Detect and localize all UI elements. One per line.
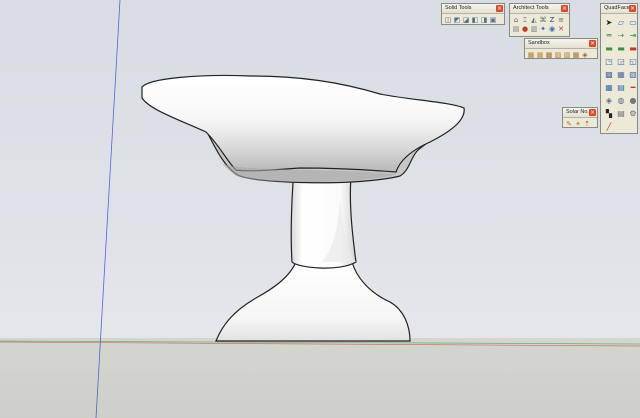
z-axis-icon[interactable]: Z (548, 16, 556, 24)
build-ends-icon[interactable]: ◲ (616, 57, 626, 67)
solid-tools-palette[interactable]: Solid Tools × ◫ ◩ ◪ ◧ ◨ ▣ (441, 3, 505, 25)
uv-mapping-icon[interactable]: ▤ (616, 83, 626, 93)
north-arrow-icon[interactable]: ✴ (574, 120, 582, 128)
triangulate-icon[interactable]: ▤ (616, 109, 626, 119)
roof-icon[interactable]: ◭ (530, 16, 538, 24)
drape-icon[interactable]: ▧ (563, 51, 571, 59)
solar-north-palette[interactable]: Solar No... × ✎ ✴ ⇡ (562, 107, 598, 128)
close-icon[interactable]: × (496, 5, 503, 12)
architect-tools-titlebar[interactable]: Architect Tools × (510, 4, 569, 14)
insert-loop-icon[interactable]: ▬ (616, 44, 626, 54)
union-icon[interactable]: ◪ (462, 16, 470, 24)
mesh-icon[interactable]: ◈ (604, 96, 614, 106)
connect-icon[interactable]: ▬ (604, 44, 614, 54)
level-icon[interactable]: ≡ (557, 16, 565, 24)
from-scratch-icon[interactable]: ▦ (536, 51, 544, 59)
grow-selection-icon[interactable]: ═ (604, 31, 614, 41)
door-icon[interactable]: ▥ (530, 25, 538, 33)
fence-icon[interactable]: ⌂ (512, 16, 520, 24)
blue-axis (95, 0, 121, 418)
sphere-icon[interactable]: ● (628, 96, 638, 106)
solar-north-titlebar[interactable]: Solar No... × (563, 108, 597, 118)
checker-icon[interactable]: ▚ (604, 109, 614, 119)
select-ring-icon[interactable]: ▱ (616, 18, 626, 28)
from-contours-icon[interactable]: ▦ (527, 51, 535, 59)
warning-icon[interactable]: ✕ (557, 25, 565, 33)
uv-map-icon[interactable]: ▦ (604, 83, 614, 93)
scene-3d (0, 0, 640, 418)
line-icon[interactable]: ━ (628, 83, 638, 93)
architect-tools-palette[interactable]: Architect Tools × ⌂ ⌶ ◭ ⌘ Z ≡ ▤ ● ▥ ✦ ◉ ✕ (509, 3, 570, 37)
quadface-titlebar[interactable]: QuadFace... × (601, 4, 637, 14)
close-icon[interactable]: × (589, 40, 596, 47)
stair-icon[interactable]: ⌶ (521, 16, 529, 24)
select-edges-icon[interactable]: ⇥ (628, 31, 638, 41)
window-icon[interactable]: ▤ (512, 25, 520, 33)
select-quad-icon[interactable]: ➤ (604, 18, 614, 28)
enter-north-icon[interactable]: ⇡ (583, 120, 591, 128)
sandbox-titlebar[interactable]: Sandbox × (525, 39, 597, 49)
solid-tools-titlebar[interactable]: Solid Tools × (442, 4, 504, 14)
subtract-icon[interactable]: ◧ (471, 16, 479, 24)
pedestal-base (215, 261, 411, 342)
wrap-icon[interactable]: ▧ (628, 70, 638, 80)
flatten-icon[interactable]: ◱ (628, 57, 638, 67)
trim-icon[interactable]: ◨ (480, 16, 488, 24)
stamp-icon[interactable]: ▨ (554, 51, 562, 59)
close-icon[interactable]: × (629, 5, 636, 12)
flip-edge-icon[interactable]: ◈ (581, 51, 589, 59)
eye-icon[interactable]: ◉ (548, 25, 556, 33)
magic-icon[interactable]: ✦ (539, 25, 547, 33)
split-icon[interactable]: ▣ (489, 16, 497, 24)
close-icon[interactable]: × (561, 5, 568, 12)
shrink-selection-icon[interactable]: ⇢ (616, 31, 626, 41)
pencil-icon[interactable]: ╱ (604, 122, 614, 132)
add-detail-icon[interactable]: ▦ (572, 51, 580, 59)
smooth-quads-icon[interactable]: ▦ (616, 70, 626, 80)
solid-tools-title: Solid Tools (445, 5, 472, 11)
select-loop-icon[interactable]: ▭ (628, 18, 638, 28)
gear-icon[interactable]: ⚙ (628, 109, 638, 119)
close-icon[interactable]: × (589, 109, 596, 116)
red-tool-icon[interactable]: ● (521, 25, 529, 33)
building-icon[interactable]: ⌘ (539, 16, 547, 24)
outer-shell-icon[interactable]: ◫ (444, 16, 452, 24)
north-toggle-icon[interactable]: ✎ (565, 120, 573, 128)
sandbox-title: Sandbox (528, 40, 550, 46)
quadface-palette[interactable]: QuadFace... × ➤ ▱ ▭ ═ ⇢ ⇥ ▬ ▬ ▬ ◳ ◲ ◱ ▩ ▦ ▧ ▦ ▤ ━ ◈ ◍ ● ▚ ▤ ⚙ ╱ (600, 3, 638, 134)
build-corners-icon[interactable]: ◳ (604, 57, 614, 67)
intersect-icon[interactable]: ◩ (453, 16, 461, 24)
offset-loop-icon[interactable]: ▩ (604, 70, 614, 80)
remove-loop-icon[interactable]: ▬ (628, 44, 638, 54)
tabletop (141, 74, 465, 173)
architect-tools-title: Architect Tools (513, 5, 549, 11)
model-viewport[interactable]: Solid Tools × ◫ ◩ ◪ ◧ ◨ ▣ Architect Tools × ⌂… (0, 0, 640, 418)
lock-icon[interactable]: ◍ (616, 96, 626, 106)
sandbox-palette[interactable]: Sandbox × ▦ ▦ ▩ ▨ ▧ ▦ ◈ (524, 38, 598, 59)
smoove-icon[interactable]: ▩ (545, 51, 553, 59)
